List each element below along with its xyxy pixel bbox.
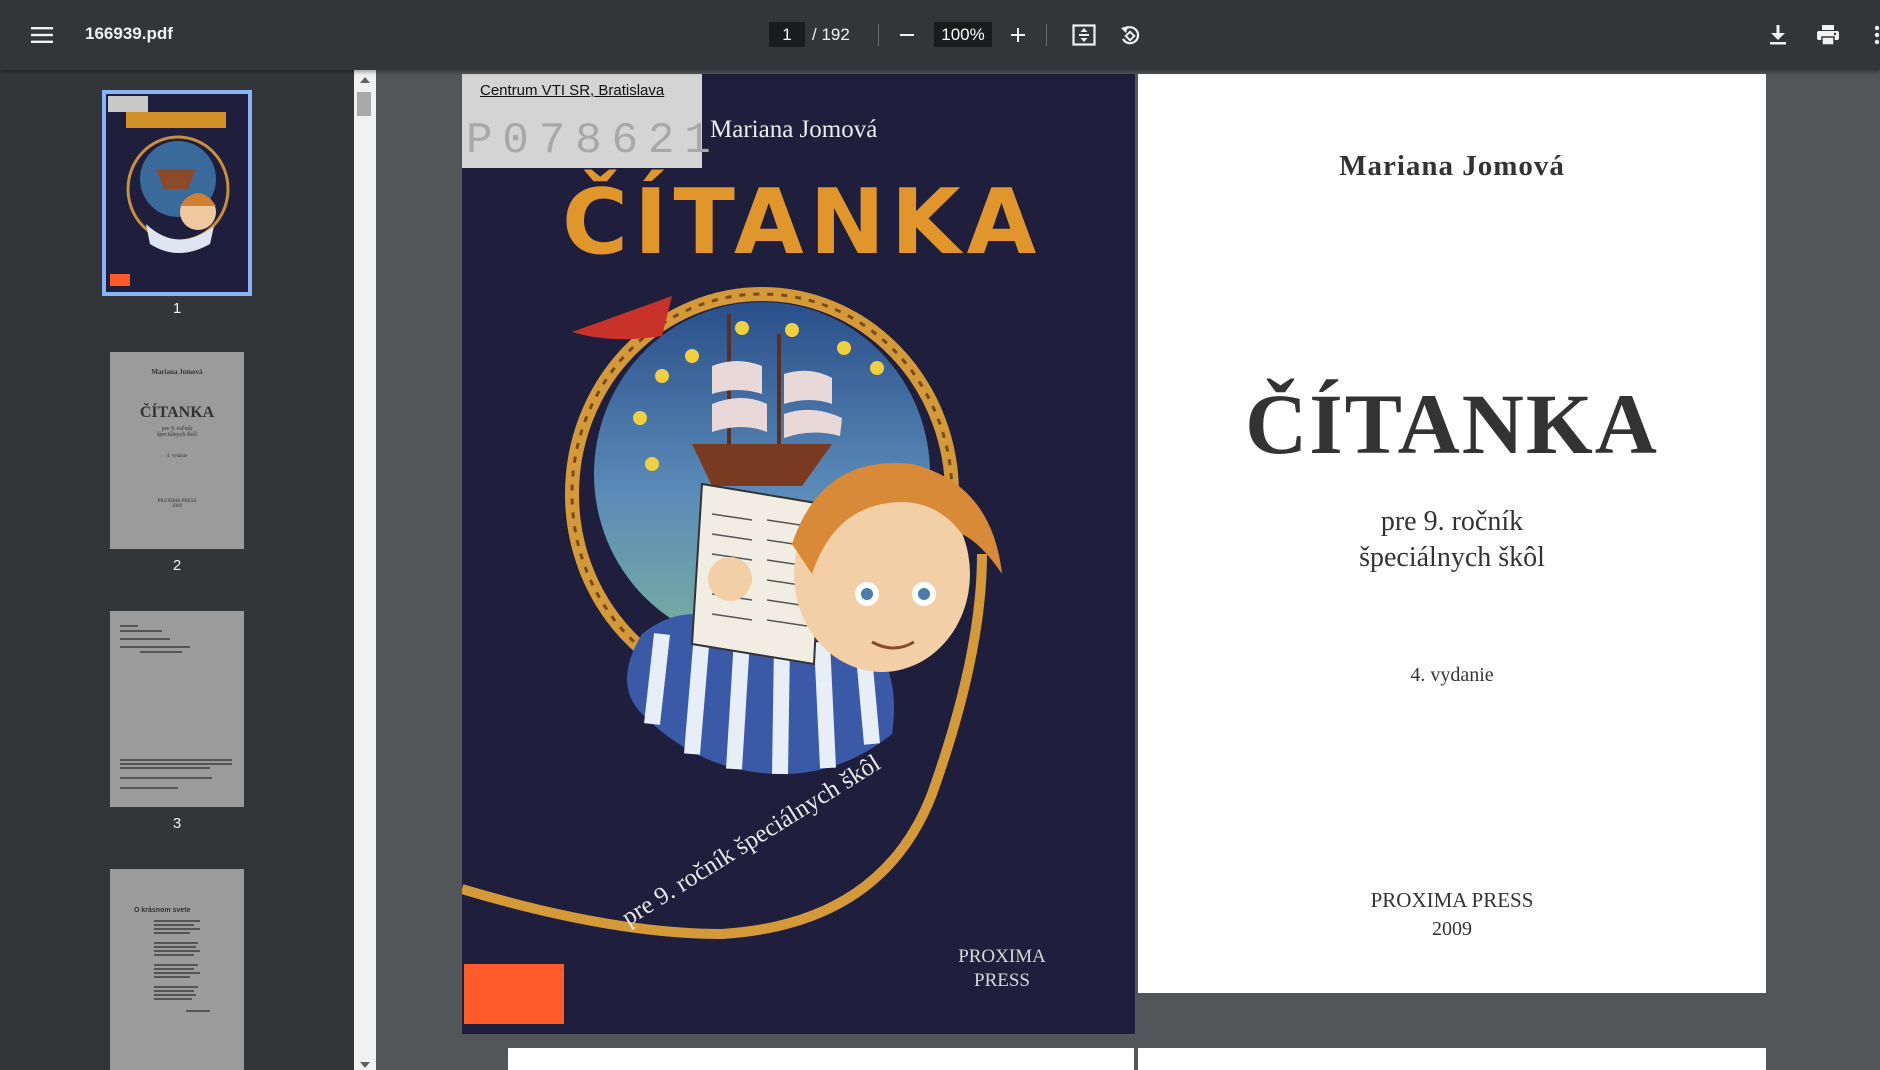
thumb-text-lines	[154, 920, 210, 1012]
fit-to-page-button[interactable]	[1066, 17, 1102, 53]
printer-icon	[1817, 25, 1839, 45]
toolbar-divider	[1046, 24, 1047, 46]
more-vert-icon	[1874, 25, 1880, 45]
thumb-heading: O krásnom svete	[134, 907, 191, 914]
thumbnail-number: 3	[172, 815, 182, 832]
barcode-number: P078621	[466, 116, 721, 166]
stamp-text: Centrum VTI SR, Bratislava	[480, 82, 665, 99]
more-options-button[interactable]	[1864, 17, 1880, 53]
thumbnail-page-2[interactable]: Mariana Jomová ČÍTANKA pre 9. ročník špe…	[102, 352, 252, 574]
title-page-subtitle-2: špeciálnych škôl	[1359, 542, 1545, 573]
thumbnail-number: 2	[172, 557, 182, 574]
title-page-subtitle-1: pre 9. ročník	[1380, 506, 1524, 537]
thumbnail-page-3[interactable]: 3	[102, 611, 252, 832]
thumb-text-lines	[120, 625, 232, 789]
title-page-title: ČÍTANKA	[1245, 376, 1659, 472]
download-icon	[1770, 25, 1786, 45]
library-stamp: Centrum VTI SR, Bratislava P078621	[462, 74, 711, 168]
cover-title: ČÍTANKA	[562, 170, 1043, 275]
thumb-title: ČÍTANKA	[139, 404, 215, 421]
title-page-edition: 4. vydanie	[1410, 664, 1494, 686]
zoom-out-button[interactable]	[890, 18, 924, 52]
thumbnail-page-1[interactable]: 1	[102, 90, 252, 317]
pdf-page-title: Mariana Jomová ČÍTANKA pre 9. ročník špe…	[1138, 74, 1766, 993]
scroll-down-arrow-icon[interactable]	[360, 1062, 370, 1068]
pdf-toolbar: 166939.pdf / 192 100%	[0, 0, 1880, 70]
cover-publisher-2: PRESS	[974, 970, 1030, 991]
scrollbar-thumb[interactable]	[357, 92, 371, 116]
title-page-year: 2009	[1432, 918, 1472, 940]
pdf-page-next-right	[1138, 1048, 1766, 1070]
thumb-subtitle-2: špeciálnych škôl	[157, 432, 197, 438]
fit-page-icon	[1072, 24, 1096, 46]
thumbnail-image[interactable]	[102, 90, 252, 296]
toolbar-divider	[878, 24, 879, 46]
menu-icon[interactable]	[24, 19, 60, 51]
scroll-up-arrow-icon[interactable]	[360, 77, 370, 83]
zoom-in-button[interactable]	[1001, 18, 1035, 52]
pdf-page-next-left	[508, 1048, 1134, 1070]
print-button[interactable]	[1810, 17, 1846, 53]
thumbnail-image[interactable]	[110, 611, 244, 807]
thumb-author: Mariana Jomová	[151, 368, 203, 376]
document-title: 166939.pdf	[85, 24, 173, 43]
zoom-level-input[interactable]: 100%	[934, 22, 992, 47]
sidebar-scrollbar[interactable]	[354, 70, 376, 1070]
thumbnail-page-4[interactable]: O krásnom svete	[102, 869, 252, 1070]
thumbnail-image[interactable]: Mariana Jomová ČÍTANKA pre 9. ročník špe…	[110, 352, 244, 549]
cover-publisher-1: PROXIMA	[958, 946, 1046, 967]
page-total: / 192	[812, 25, 850, 44]
thumbnail-sidebar: 1 Mariana Jomová ČÍTANKA pre 9. ročník š…	[0, 70, 354, 1070]
thumbnail-image[interactable]: O krásnom svete	[110, 869, 244, 1070]
minus-icon	[900, 34, 914, 36]
thumb-edition: 4. vydanie	[166, 454, 188, 459]
cover-author: Mariana Jomová	[710, 116, 878, 143]
thumbnail-number: 1	[172, 300, 182, 317]
rotate-icon	[1121, 26, 1140, 45]
download-button[interactable]	[1760, 17, 1796, 53]
page-number-input[interactable]	[769, 22, 805, 47]
title-page-author: Mariana Jomová	[1339, 150, 1565, 182]
rotate-counterclockwise-button[interactable]	[1112, 17, 1148, 53]
pdf-page-cover: Centrum VTI SR, Bratislava P078621 Maria…	[462, 74, 1135, 1034]
thumb-year: 2009	[172, 504, 182, 509]
title-page-publisher: PROXIMA PRESS	[1370, 888, 1534, 912]
plus-icon	[1011, 28, 1025, 42]
